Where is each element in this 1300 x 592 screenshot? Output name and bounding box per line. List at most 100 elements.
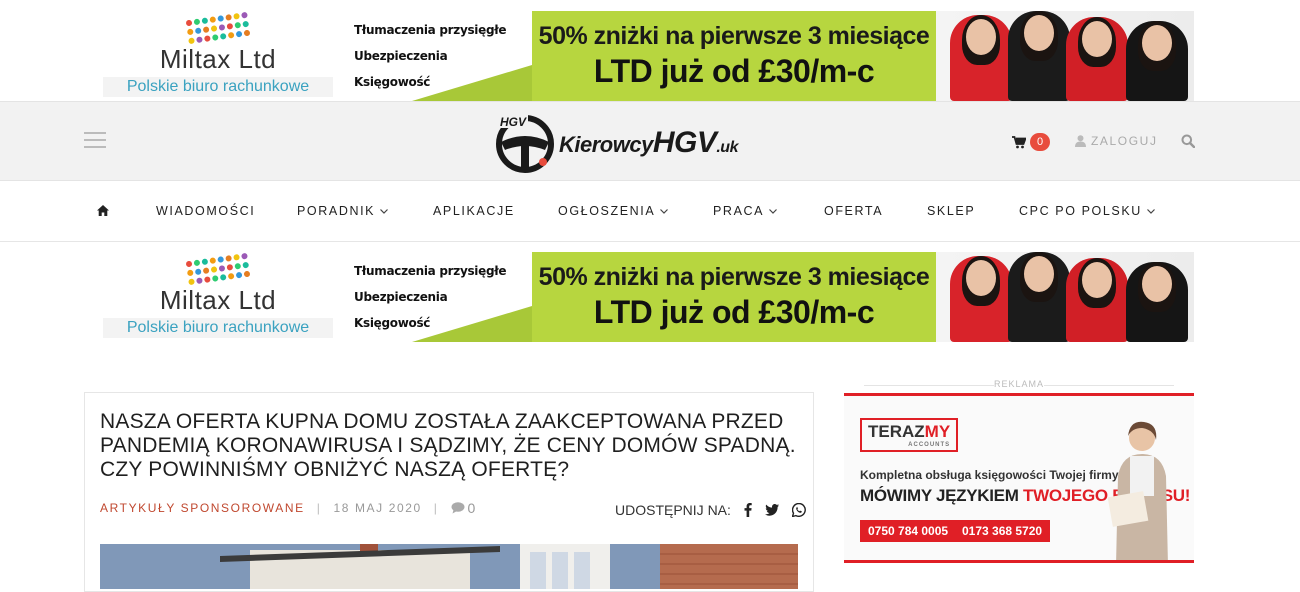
person-figure [1126, 262, 1188, 342]
cart-count-badge: 0 [1030, 133, 1050, 151]
nav-item-oferta[interactable]: OFERTA [824, 204, 883, 218]
mid-banner-ad[interactable]: Miltax Ltd Polskie biuro rachunkowe Tłum… [84, 252, 1194, 342]
search-button[interactable] [1181, 134, 1196, 153]
logo-dot [193, 258, 201, 266]
banner-team-photo [936, 252, 1194, 342]
nav-item-aplikacje[interactable]: APLIKACJE [433, 204, 515, 218]
logo-dot [188, 277, 195, 285]
banner-subtitle: Polskie biuro rachunkowe [103, 76, 333, 97]
logo-dot [226, 263, 234, 271]
logo-dot [225, 254, 233, 262]
menu-icon[interactable] [84, 132, 106, 148]
site-logo[interactable]: HGV KierowcyHGV.uk [495, 112, 785, 174]
logo-dot [227, 272, 235, 280]
banner-team-photo [936, 11, 1194, 101]
logo-dot [233, 253, 240, 261]
miltax-logo: Miltax Ltd Polskie biuro rachunkowe [84, 252, 352, 342]
terazmy-logo: TERAZMY ACCOUNTS [860, 418, 959, 452]
nav-item-cpc[interactable]: CPC PO POLSKU [1019, 204, 1155, 218]
banner-services: Tłumaczenia przysięgłe Ubezpieczenia Ksi… [352, 11, 532, 101]
nav-label: SKLEP [927, 204, 976, 218]
logo-dot [227, 31, 235, 39]
steering-wheel-icon: HGV [496, 114, 554, 173]
banner-brand: Miltax Ltd [159, 43, 277, 74]
logo-dot [234, 262, 242, 270]
comments-link[interactable]: 0 [451, 500, 477, 516]
banner-services: Tłumaczenia przysięgłe Ubezpieczenia Ksi… [352, 252, 532, 342]
logo-part: TERAZ [868, 422, 925, 441]
logo-dot [209, 15, 217, 23]
logo-dot [218, 23, 226, 31]
person-figure [1008, 11, 1070, 101]
logo-dot [209, 256, 217, 264]
logo-dot [193, 17, 201, 25]
meta-separator: | [316, 501, 322, 515]
logo-dot [201, 16, 209, 24]
miltax-dots-icon [185, 11, 251, 44]
logo-dot [235, 271, 243, 279]
logo-dot [185, 260, 193, 267]
person-figure [1066, 258, 1128, 342]
top-banner-ad[interactable]: Miltax Ltd Polskie biuro rachunkowe Tłum… [84, 11, 1194, 101]
logo-dot [194, 26, 202, 34]
banner-promo-line1: 50% zniżki na pierwsze 3 miesiące [538, 22, 930, 50]
article-image [100, 544, 798, 589]
nav-item-home[interactable] [97, 205, 109, 216]
article-title[interactable]: NASZA OFERTA KUPNA DOMU ZOSTAŁA ZAAKCEPT… [100, 410, 802, 482]
logo-dot [242, 20, 250, 27]
comment-icon [451, 502, 465, 514]
logo-part: HGV [652, 126, 717, 159]
chevron-down-icon [380, 208, 389, 214]
logo-dot [235, 30, 243, 38]
logo-part: Kierowcy [559, 132, 653, 157]
nav-item-ogloszenia[interactable]: OGŁOSZENIA [558, 204, 669, 218]
logo-badge: HGV [500, 115, 527, 129]
nav-label: APLIKACJE [433, 204, 515, 218]
banner-service: Tłumaczenia przysięgłe [354, 264, 507, 278]
article-category[interactable]: ARTYKUŁY SPONSOROWANE [100, 501, 305, 515]
banner-promo: 50% zniżki na pierwsze 3 miesiące LTD ju… [532, 252, 936, 342]
login-label: ZALOGUJ [1091, 134, 1158, 148]
facebook-icon[interactable] [744, 503, 752, 517]
logo-dot [219, 32, 227, 40]
logo-dot [202, 266, 210, 274]
logo-text: KierowcyHGV.uk [559, 126, 738, 160]
ad-label: REKLAMA [844, 379, 1194, 389]
whatsapp-icon[interactable] [791, 503, 806, 517]
logo-dot [218, 264, 226, 272]
person-figure [950, 15, 1012, 101]
share-label: UDOSTĘPNIJ NA: [615, 502, 731, 518]
logo-dot [203, 34, 211, 42]
logo-dot [234, 21, 242, 29]
banner-service: Tłumaczenia przysięgłe [354, 23, 507, 37]
logo-dot [225, 13, 233, 21]
login-link[interactable]: ZALOGUJ [1075, 134, 1158, 148]
nav-label: PRACA [713, 204, 765, 218]
nav-item-poradnik[interactable]: PORADNIK [297, 204, 389, 218]
logo-part: .uk [716, 139, 738, 156]
logo-dot [243, 29, 251, 36]
nav-item-wiadomosci[interactable]: WIADOMOŚCI [156, 204, 255, 218]
logo-part: MY [924, 422, 951, 441]
twitter-icon[interactable] [764, 504, 779, 516]
article-date: 18 MAJ 2020 [333, 501, 422, 515]
sidebar-ad[interactable]: TERAZMY ACCOUNTS Kompletna obsługa księg… [844, 393, 1194, 563]
cart-button[interactable]: 0 [1012, 133, 1050, 151]
logo-dot [186, 28, 194, 35]
nav-item-sklep[interactable]: SKLEP [927, 204, 975, 218]
logo-dot [203, 275, 211, 283]
nav-item-praca[interactable]: PRACA [713, 204, 778, 218]
logo-dot [241, 252, 248, 260]
logo-dot [210, 24, 218, 32]
logo-dot [219, 273, 227, 281]
ad-tagline: Kompletna obsługa księgowości Twojej fir… [860, 468, 1119, 482]
nav-label: OFERTA [824, 204, 884, 218]
cart-icon [1012, 135, 1026, 148]
banner-subtitle: Polskie biuro rachunkowe [103, 317, 333, 338]
home-icon [97, 205, 109, 216]
logo-small: ACCOUNTS [908, 442, 951, 448]
share-bar: UDOSTĘPNIJ NA: [615, 502, 806, 518]
logo-dot [210, 265, 218, 273]
ad-phone: 0750 784 0005 [860, 520, 957, 542]
chevron-down-icon [769, 208, 778, 214]
